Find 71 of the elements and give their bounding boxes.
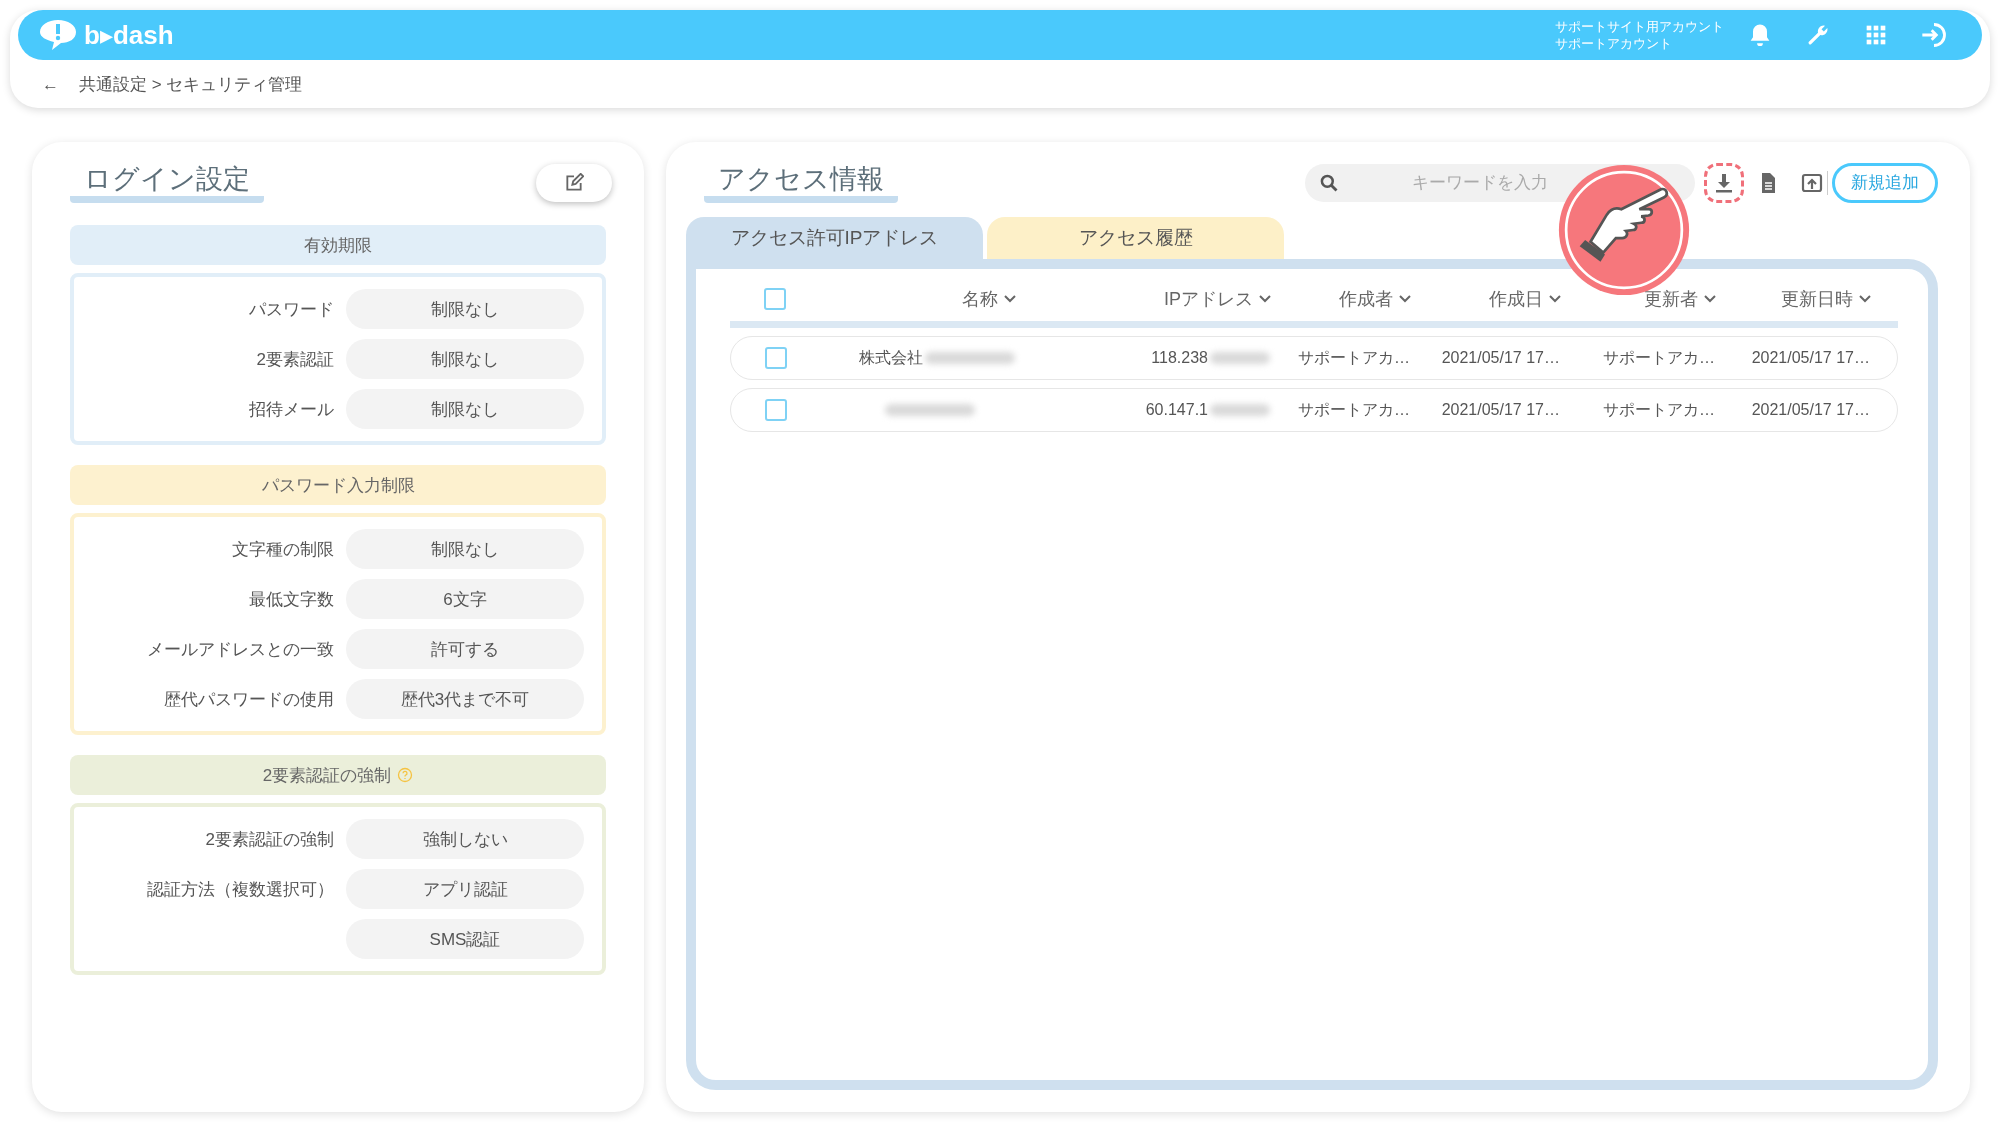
- edit-icon: [564, 172, 584, 193]
- setting-label: 認証方法（複数選択可）: [147, 878, 334, 901]
- sort-caret-icon: [1259, 295, 1271, 303]
- setting-label: 招待メール: [249, 398, 334, 421]
- logo-text: b▸dash: [84, 19, 174, 51]
- setting-value: 制限なし: [346, 389, 584, 429]
- setting-value: 歴代3代まで不可: [346, 679, 584, 719]
- setting-value: 制限なし: [346, 289, 584, 329]
- column-header[interactable]: 更新日時: [1726, 287, 1881, 311]
- setting-value: アプリ認証: [346, 869, 584, 909]
- sort-caret-icon: [1549, 295, 1561, 303]
- table-cell: 60.147.1: [1145, 401, 1208, 419]
- column-label: 名称: [962, 288, 998, 311]
- search-icon: [1319, 172, 1339, 193]
- table-cell-text: サポートアカ…: [1603, 399, 1715, 420]
- section-title: パスワード入力制限: [261, 474, 415, 497]
- column-header[interactable]: 作成者: [1281, 287, 1421, 311]
- column-label: 作成日: [1489, 288, 1543, 311]
- edit-button[interactable]: [536, 163, 612, 202]
- setting-value: 制限なし: [346, 339, 584, 379]
- column-header[interactable]: 更新者: [1571, 287, 1726, 311]
- table-cell: 118.238: [1151, 349, 1208, 367]
- sort-caret-icon: [1004, 295, 1016, 303]
- column-header[interactable]: 名称: [820, 287, 1026, 311]
- row-checkbox[interactable]: [765, 399, 787, 421]
- column-header[interactable]: 作成日: [1421, 287, 1571, 311]
- table-cell-text: サポートアカ…: [1298, 399, 1410, 420]
- setting-label: 2要素認証の強制: [205, 828, 334, 851]
- panel-title: ログイン設定: [70, 162, 264, 203]
- table-cell: 2021/05/17 17…: [1751, 349, 1870, 367]
- setting-label: 歴代パスワードの使用: [164, 688, 334, 711]
- setting-value: SMS認証: [346, 919, 584, 959]
- table-cell-text: 株式会社: [859, 347, 923, 368]
- table-cell: 2021/05/17 17…: [1751, 401, 1870, 419]
- table-cell-text: サポートアカ…: [1298, 347, 1410, 368]
- logout-icon[interactable]: [1920, 21, 1948, 49]
- sort-caret-icon: [1859, 295, 1871, 303]
- section-title: 有効期限: [304, 234, 372, 257]
- logo-icon: [38, 18, 78, 52]
- account-name: サポートアカウント: [1555, 35, 1673, 52]
- setting-value: 強制しない: [346, 819, 584, 859]
- setting-value: 制限なし: [346, 529, 584, 569]
- setting-label: 2要素認証: [256, 348, 334, 371]
- breadcrumb: 共通設定 > セキュリティ管理: [79, 74, 303, 96]
- table-cell: 2021/05/17 17…: [1441, 349, 1560, 367]
- blurred-text: [1210, 404, 1270, 416]
- column-label: 更新者: [1644, 288, 1698, 311]
- table-cell-text: サポートアカ…: [1603, 347, 1715, 368]
- setting-value: 許可する: [346, 629, 584, 669]
- tab[interactable]: アクセス履歴: [987, 217, 1284, 259]
- back-arrow[interactable]: ←: [42, 74, 59, 95]
- table-cell: 2021/05/17 17…: [1441, 401, 1560, 419]
- sort-caret-icon: [1704, 295, 1716, 303]
- setting-value: 6文字: [346, 579, 584, 619]
- panel-title: アクセス情報: [704, 162, 898, 203]
- setting-label: 最低文字数: [249, 588, 334, 611]
- select-all-checkbox[interactable]: [764, 288, 786, 310]
- column-label: 作成者: [1339, 288, 1393, 311]
- blurred-text: [1210, 352, 1270, 364]
- sort-caret-icon: [1399, 295, 1411, 303]
- column-header[interactable]: IPアドレス: [1026, 287, 1281, 311]
- column-label: 更新日時: [1781, 288, 1853, 311]
- setting-label: 文字種の制限: [232, 538, 334, 561]
- section-title: 2要素認証の強制: [262, 764, 392, 787]
- column-label: IPアドレス: [1164, 288, 1253, 311]
- row-checkbox[interactable]: [765, 347, 787, 369]
- account-name: サポートサイト用アカウント: [1555, 18, 1724, 35]
- help-icon[interactable]: [397, 767, 414, 783]
- setting-label: メールアドレスとの一致: [147, 638, 334, 661]
- tab[interactable]: アクセス許可IPアドレス: [686, 217, 983, 259]
- setting-label: パスワード: [249, 298, 334, 321]
